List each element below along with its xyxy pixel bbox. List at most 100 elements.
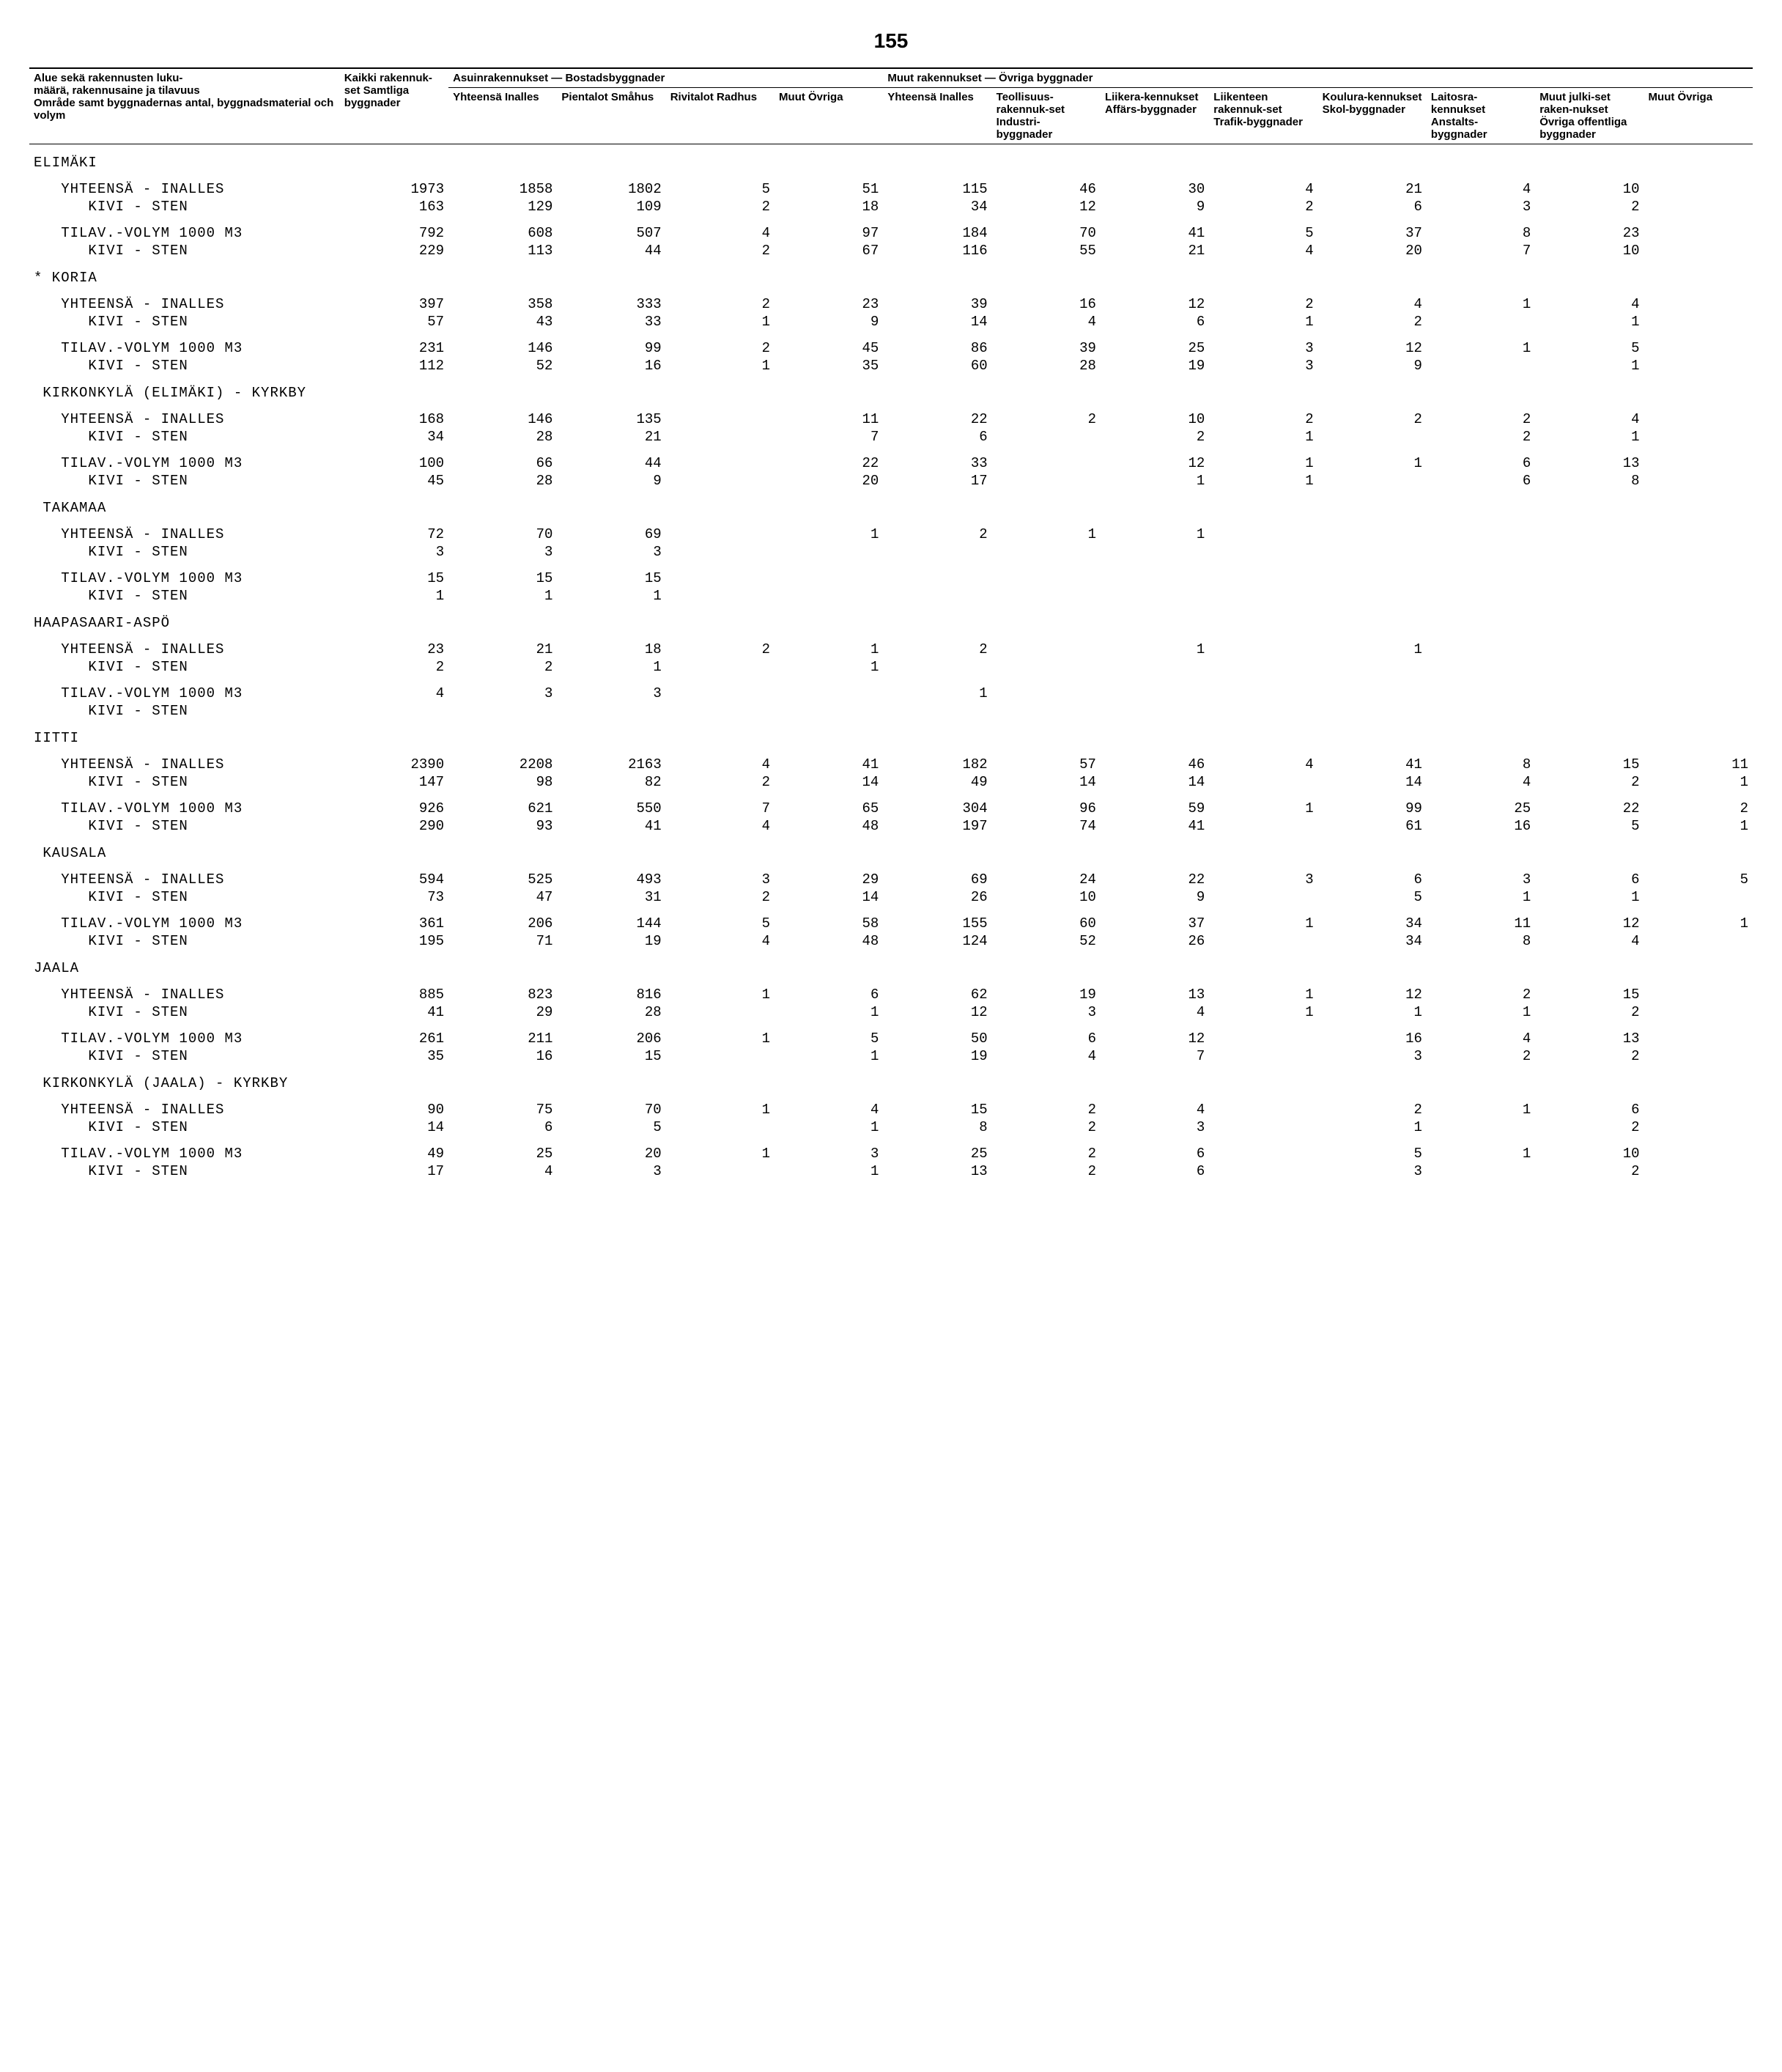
row-label: YHTEENSÄ - INALLES (29, 871, 340, 888)
cell: 1 (557, 587, 665, 605)
cell (1644, 641, 1753, 658)
cell: 37 (1101, 915, 1209, 932)
cell: 112 (340, 357, 448, 375)
cell: 22 (774, 454, 883, 472)
cell: 2 (1318, 410, 1427, 428)
cell: 3 (557, 685, 665, 702)
cell: 34 (1318, 915, 1427, 932)
cell (666, 685, 774, 702)
cell: 93 (448, 817, 557, 835)
cell (1644, 180, 1753, 198)
h-c10: Laitosra-kennukset Anstalts-byggnader (1427, 88, 1535, 144)
cell (774, 702, 883, 720)
table-row: YHTEENSÄ - INALLES16814613511222102224 (29, 410, 1753, 428)
cell: 4 (666, 756, 774, 773)
cell: 3 (1209, 871, 1317, 888)
row-label: YHTEENSÄ - INALLES (29, 641, 340, 658)
h-c6: Teollisuus-rakennuk-set Industri-byggnad… (992, 88, 1101, 144)
cell: 15 (1535, 756, 1644, 773)
cell (1644, 313, 1753, 331)
cell: 37 (1318, 224, 1427, 242)
row-label: YHTEENSÄ - INALLES (29, 180, 340, 198)
cell: 5 (1318, 888, 1427, 906)
cell: 2 (666, 773, 774, 791)
cell: 7 (774, 428, 883, 446)
cell: 100 (340, 454, 448, 472)
cell: 41 (1101, 224, 1209, 242)
cell (1644, 1030, 1753, 1047)
cell: 2 (1209, 198, 1317, 215)
cell: 1 (448, 587, 557, 605)
cell (1209, 1118, 1317, 1136)
cell: 1 (666, 1101, 774, 1118)
cell: 2208 (448, 756, 557, 773)
cell (1427, 641, 1535, 658)
cell (1535, 526, 1644, 543)
table-row: KIVI - STEN35161511947322 (29, 1047, 1753, 1065)
cell: 2163 (557, 756, 665, 773)
cell: 10 (1535, 1145, 1644, 1162)
cell: 1 (1101, 526, 1209, 543)
cell (1427, 587, 1535, 605)
row-label: TILAV.-VOLYM 1000 M3 (29, 339, 340, 357)
row-label: TILAV.-VOLYM 1000 M3 (29, 569, 340, 587)
cell: 2 (1101, 428, 1209, 446)
cell: 129 (448, 198, 557, 215)
cell (1209, 685, 1317, 702)
row-label: KIVI - STEN (29, 1162, 340, 1180)
cell (1644, 454, 1753, 472)
cell (666, 526, 774, 543)
cell (1318, 526, 1427, 543)
cell: 14 (992, 773, 1101, 791)
cell (1209, 702, 1317, 720)
cell: 11 (1644, 756, 1753, 773)
cell: 792 (340, 224, 448, 242)
cell (1318, 587, 1427, 605)
cell: 69 (883, 871, 991, 888)
table-row: KIVI - STEN1125216135602819391 (29, 357, 1753, 375)
cell: 5 (666, 180, 774, 198)
cell: 29 (448, 1003, 557, 1021)
cell (1318, 569, 1427, 587)
table-row: TILAV.-VOLYM 1000 M34925201325265110 (29, 1145, 1753, 1162)
cell: 1 (1209, 1003, 1317, 1021)
cell (448, 702, 557, 720)
cell: 3 (557, 543, 665, 561)
data-table: Alue sekä rakennusten luku- määrä, raken… (29, 67, 1753, 1180)
table-row: YHTEENSÄ - INALLES8858238161662191311221… (29, 986, 1753, 1003)
row-label: KIVI - STEN (29, 817, 340, 835)
row-label: KIVI - STEN (29, 1047, 340, 1065)
cell: 2 (1535, 1162, 1644, 1180)
cell (1209, 1101, 1317, 1118)
cell: 1 (1535, 313, 1644, 331)
cell: 10 (1535, 242, 1644, 259)
h-c7: Liikera-kennukset Affärs-byggnader (1101, 88, 1209, 144)
cell: 144 (557, 915, 665, 932)
cell: 2 (1209, 295, 1317, 313)
cell (1209, 1030, 1317, 1047)
cell: 333 (557, 295, 665, 313)
table-row: YHTEENSÄ - INALLES5945254933296924223636… (29, 871, 1753, 888)
table-row: TILAV.-VOLYM 1000 M323114699245863925312… (29, 339, 1753, 357)
cell: 1 (1644, 773, 1753, 791)
cell: 6 (1427, 472, 1535, 490)
cell (1427, 543, 1535, 561)
cell: 59 (1101, 800, 1209, 817)
cell: 29 (774, 871, 883, 888)
cell: 2 (666, 198, 774, 215)
cell (1644, 702, 1753, 720)
row-label: YHTEENSÄ - INALLES (29, 756, 340, 773)
row-label: KIVI - STEN (29, 773, 340, 791)
cell: 3 (448, 685, 557, 702)
cell (666, 1162, 774, 1180)
cell: 4 (340, 685, 448, 702)
cell: 60 (992, 915, 1101, 932)
cell: 25 (1101, 339, 1209, 357)
table-row: TILAV.-VOLYM 1000 M336120614455815560371… (29, 915, 1753, 932)
cell: 13 (1101, 986, 1209, 1003)
cell: 65 (774, 800, 883, 817)
cell: 12 (883, 1003, 991, 1021)
cell: 1 (1101, 641, 1209, 658)
cell (774, 685, 883, 702)
page-number: 155 (29, 29, 1753, 53)
